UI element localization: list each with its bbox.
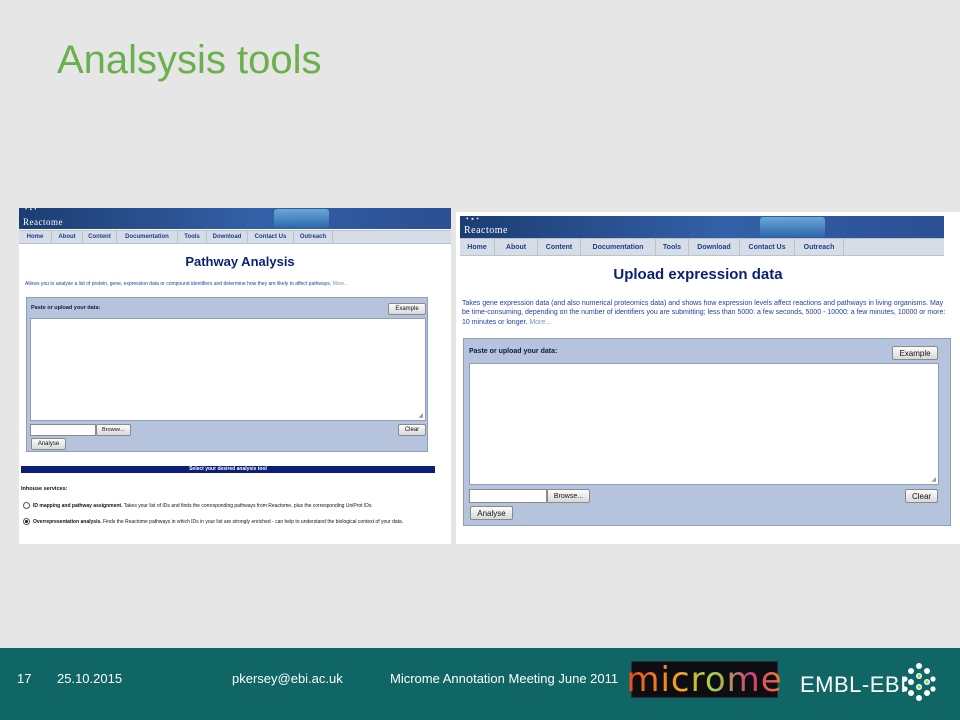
file-path-input[interactable]	[30, 424, 96, 436]
page-heading: Pathway Analysis	[185, 254, 295, 269]
data-textarea[interactable]: ◢	[30, 318, 426, 421]
nav-documentation[interactable]: Documentation	[117, 231, 178, 243]
services-heading: Inhouse services:	[21, 486, 68, 492]
reactome-logo: • ▪ • Reactome	[23, 208, 63, 227]
example-button[interactable]: Example	[388, 303, 426, 315]
footer-date: 25.10.2015	[57, 671, 123, 686]
footer-meeting: Microme Annotation Meeting June 2011	[390, 671, 619, 686]
nav-tools[interactable]: Tools	[178, 231, 207, 243]
footer-email: pkersey@ebi.ac.uk	[232, 671, 343, 686]
banner-graphic	[760, 217, 825, 237]
analyse-button[interactable]: Analyse	[31, 438, 66, 450]
select-tool-bar: Select your desired analysis tool	[21, 466, 435, 473]
nav-tools[interactable]: Tools	[656, 239, 689, 255]
embl-ebi-logo-icon	[902, 663, 936, 701]
nav-content[interactable]: Content	[538, 239, 581, 255]
panel-label: Paste or upload your data:	[31, 305, 101, 311]
nav-outreach[interactable]: Outreach	[294, 231, 333, 243]
service-overrepresentation[interactable]: Overrepresentation analysis. Finds the R…	[23, 518, 433, 526]
slide-title: Analsysis tools	[57, 38, 322, 82]
nav-contact-us[interactable]: Contact Us	[248, 231, 294, 243]
nav-download[interactable]: Download	[689, 239, 740, 255]
upload-expression-screenshot: • ▪ • Reactome Home About Content Docume…	[456, 212, 960, 544]
page-description: Allows you to analyse a list of protein,…	[25, 281, 349, 287]
data-panel: Paste or upload your data: Example ◢ Bro…	[463, 338, 951, 526]
nav-home[interactable]: Home	[19, 231, 52, 243]
banner-graphic	[274, 209, 329, 228]
more-link[interactable]: More...	[529, 319, 551, 326]
service-id-mapping[interactable]: ID mapping and pathway assignment. Takes…	[23, 502, 433, 510]
browse-button[interactable]: Browse...	[547, 489, 590, 503]
nav-documentation[interactable]: Documentation	[581, 239, 656, 255]
nav-about[interactable]: About	[52, 231, 83, 243]
reactome-banner: • ▪ • Reactome	[460, 215, 944, 238]
example-button[interactable]: Example	[892, 346, 938, 360]
browse-button[interactable]: Browse...	[96, 424, 131, 436]
analyse-button[interactable]: Analyse	[470, 506, 513, 520]
panel-label: Paste or upload your data:	[469, 348, 558, 355]
data-textarea[interactable]: ◢	[469, 363, 939, 485]
nav-outreach[interactable]: Outreach	[795, 239, 844, 255]
nav-content[interactable]: Content	[83, 231, 117, 243]
page-number: 17	[17, 671, 32, 686]
page-description: Takes gene expression data (and also num…	[462, 300, 946, 326]
clear-button[interactable]: Clear	[905, 489, 938, 503]
embl-ebi-logo-text: EMBL-EBI	[800, 672, 907, 697]
page-heading: Upload expression data	[613, 266, 783, 283]
microme-logo: microme	[626, 659, 783, 700]
more-link[interactable]: More...	[333, 281, 349, 287]
reactome-logo: • ▪ • Reactome	[464, 215, 508, 236]
data-panel: Paste or upload your data: Example ◢ Bro…	[26, 297, 428, 452]
nav-bar: Home About Content Documentation Tools D…	[19, 230, 451, 244]
file-path-input[interactable]	[469, 489, 547, 503]
clear-button[interactable]: Clear	[398, 424, 426, 436]
pathway-analysis-screenshot: • ▪ • Reactome Home About Content Docume…	[19, 208, 451, 544]
nav-home[interactable]: Home	[460, 239, 495, 255]
nav-contact-us[interactable]: Contact Us	[740, 239, 795, 255]
reactome-banner: • ▪ • Reactome	[19, 208, 451, 229]
radio-id-mapping[interactable]	[23, 502, 30, 509]
radio-overrepresentation[interactable]	[23, 518, 30, 525]
nav-download[interactable]: Download	[207, 231, 248, 243]
nav-bar: Home About Content Documentation Tools D…	[460, 238, 944, 256]
nav-about[interactable]: About	[495, 239, 538, 255]
